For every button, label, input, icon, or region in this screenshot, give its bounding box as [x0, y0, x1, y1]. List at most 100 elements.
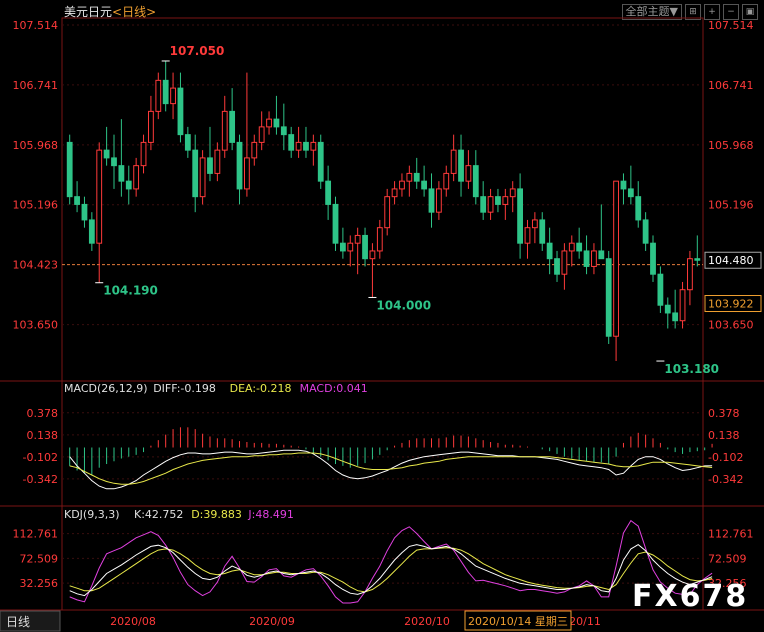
candle-body — [280, 126, 287, 136]
candle-body — [288, 134, 295, 151]
macd-y-tick-right: -0.102 — [708, 451, 743, 464]
candle-body — [554, 258, 560, 275]
candle-body — [458, 149, 464, 182]
candle-body — [406, 172, 413, 182]
cursor-date-label: 2020/10/14 星期三 — [468, 615, 568, 628]
candle-body — [435, 188, 442, 213]
candle-body — [531, 219, 538, 229]
candle-body — [679, 289, 686, 322]
y-tick-left: 103.650 — [13, 319, 59, 332]
candle-body — [207, 157, 213, 174]
candle-body — [613, 180, 619, 337]
period-tab: 日线 — [6, 615, 30, 629]
candle-body — [339, 242, 346, 252]
macd-legend: DEA:-0.218 — [230, 382, 292, 395]
candle-body — [384, 196, 391, 229]
k-line — [69, 543, 713, 597]
candle-body — [347, 242, 354, 252]
candle-body — [214, 149, 221, 174]
candle-body — [332, 203, 339, 244]
watermark: FX678 — [632, 579, 748, 614]
kdj-legend: K:42.752 — [134, 508, 183, 521]
candle-body — [303, 141, 309, 151]
candle-body — [273, 118, 280, 128]
candle-body — [561, 250, 568, 275]
candle-body — [103, 149, 110, 159]
candle-body — [642, 219, 649, 244]
j-line — [69, 519, 713, 604]
candle-body — [657, 273, 664, 306]
candle-body — [192, 149, 199, 198]
candle-body — [687, 258, 693, 291]
y-tick-left: 107.514 — [13, 19, 59, 32]
candle-body — [391, 188, 398, 198]
y-tick-left: 105.196 — [13, 199, 59, 212]
candle-body — [421, 180, 428, 190]
candle-body — [450, 149, 457, 174]
candle-body — [251, 141, 258, 159]
y-tick-right: 105.968 — [708, 139, 754, 152]
candle-body — [81, 203, 88, 221]
candle-body — [694, 258, 701, 261]
candle-body — [650, 242, 656, 275]
y-tick-left: 105.968 — [13, 139, 59, 152]
macd-legend: MACD:0.041 — [300, 382, 368, 395]
candle-body — [376, 227, 383, 252]
candle-body — [664, 304, 671, 314]
macd-y-tick-left: -0.342 — [23, 473, 58, 486]
candle-body — [472, 165, 479, 198]
candle-body — [170, 87, 176, 105]
candle-body — [413, 172, 420, 182]
candle-body — [480, 196, 487, 213]
candle-body — [236, 141, 243, 190]
candle-body — [672, 312, 679, 322]
candle-body — [635, 196, 642, 221]
candle-body — [620, 180, 627, 190]
macd-legend: MACD(26,12,9) — [64, 382, 148, 395]
candle-body — [229, 110, 236, 143]
current-price-label: 104.480 — [708, 254, 754, 267]
kdj-legend: J:48.491 — [247, 508, 293, 521]
candle-body — [317, 141, 324, 182]
y-tick-right: 107.514 — [708, 19, 754, 32]
kdj-y-tick-left: 72.509 — [20, 552, 59, 565]
kdj-legend: KDJ(9,3,3) — [64, 508, 120, 521]
candle-body — [524, 227, 531, 244]
candle-body — [295, 141, 302, 151]
candle-body — [258, 126, 265, 143]
candle-body — [74, 196, 80, 205]
candle-body — [495, 196, 501, 205]
candle-body — [111, 157, 117, 167]
x-tick: 20/11 — [569, 615, 601, 628]
macd-y-tick-right: 0.138 — [708, 429, 740, 442]
kdj-y-tick-left: 112.761 — [13, 528, 59, 541]
candle-body — [88, 219, 95, 244]
price-annotation: 104.000 — [376, 298, 431, 312]
candle-body — [125, 180, 132, 190]
candle-body — [354, 234, 361, 244]
y-tick-left: 106.741 — [13, 79, 59, 92]
y-tick-right: 105.196 — [708, 199, 754, 212]
candle-body — [487, 196, 494, 213]
candle-body — [155, 79, 162, 112]
chart-canvas[interactable]: 107.514 107.514 106.741 106.741 105.968 105.9… — [0, 0, 764, 632]
candle-body — [369, 250, 376, 260]
candle-body — [266, 118, 272, 128]
candle-body — [199, 157, 206, 198]
x-tick: 2020/10 — [404, 615, 450, 628]
d-line — [69, 547, 713, 593]
candle-body — [148, 110, 154, 143]
candle-body — [118, 165, 125, 182]
candle-body — [502, 196, 509, 205]
candle-body — [140, 141, 147, 167]
dea-line — [69, 452, 713, 485]
candle-body — [539, 219, 546, 244]
macd-y-tick-right: 0.378 — [708, 407, 740, 420]
candle-body — [362, 234, 368, 260]
macd-y-tick-left: 0.138 — [27, 429, 59, 442]
candle-body — [443, 172, 450, 190]
candle-body — [591, 250, 597, 267]
price-annotation: 104.190 — [103, 284, 158, 298]
candle-body — [325, 180, 332, 205]
y-tick-right: 106.741 — [708, 79, 754, 92]
